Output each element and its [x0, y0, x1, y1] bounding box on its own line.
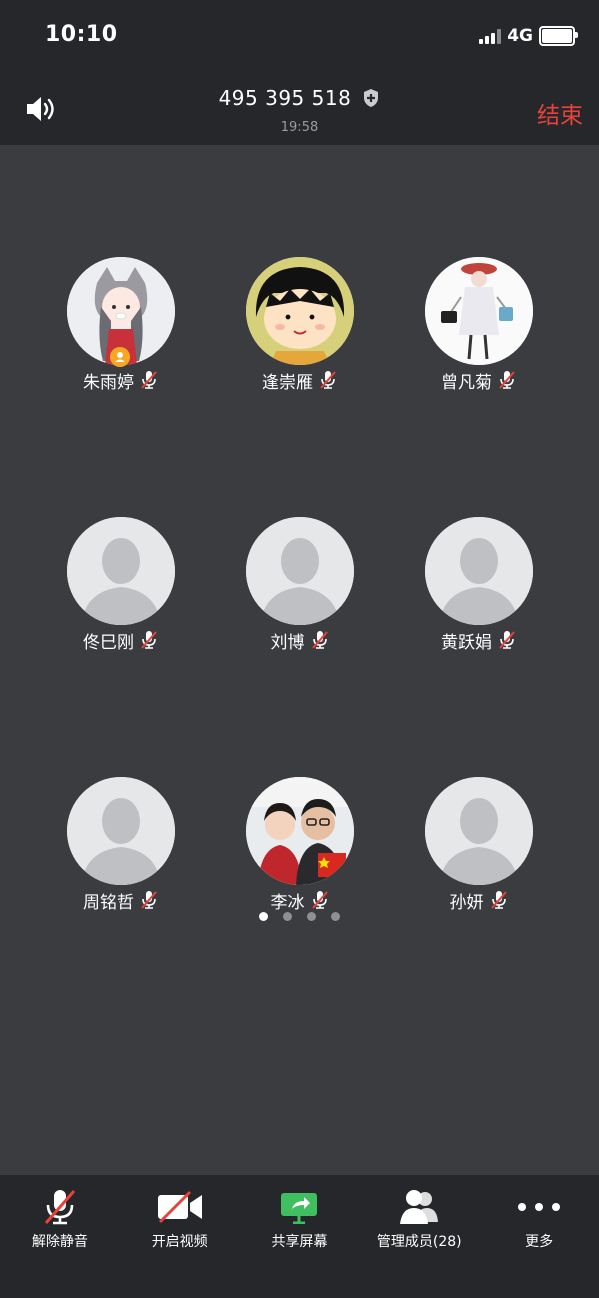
participant-name-row: 逢崇雁	[210, 367, 389, 393]
meeting-id: 495 395 518	[218, 86, 352, 110]
avatar	[246, 257, 354, 365]
manage-members-button[interactable]: 管理成员(28)	[359, 1175, 479, 1298]
page-dot[interactable]	[259, 912, 268, 921]
shield-icon	[364, 89, 379, 107]
unmute-label: 解除静音	[31, 1234, 88, 1250]
participant-name-row: 朱雨婷	[31, 367, 210, 393]
avatar	[425, 257, 533, 365]
mic-muted-icon	[311, 631, 328, 649]
top-bar: 10:10 4G 495 395 518 19:58 结束	[0, 0, 599, 145]
page-dot[interactable]	[331, 912, 340, 921]
participant-tile[interactable]: 黄跃娟	[389, 517, 568, 667]
avatar	[425, 517, 533, 625]
members-icon	[400, 1190, 439, 1224]
share-screen-button[interactable]: 共享屏幕	[240, 1175, 360, 1298]
participant-name: 周铭哲	[83, 892, 134, 913]
default-avatar-icon	[425, 777, 533, 885]
more-icon	[518, 1203, 561, 1211]
mic-muted-icon	[499, 371, 515, 389]
avatar	[246, 777, 354, 885]
mic-muted-icon	[141, 631, 157, 649]
start-video-button[interactable]: 开启视频	[120, 1175, 240, 1298]
participant-tile[interactable]: 周铭哲	[31, 777, 210, 927]
participant-tile[interactable]: 曾凡菊	[389, 257, 568, 407]
participant-name-row: 佟巳刚	[31, 627, 210, 653]
participant-tile[interactable]: 佟巳刚	[31, 517, 210, 667]
share-screen-label: 共享屏幕	[271, 1234, 328, 1250]
host-icon	[110, 347, 130, 367]
status-time: 10:10	[45, 22, 118, 47]
signal-icon	[479, 28, 502, 44]
unmute-button[interactable]: 解除静音	[0, 1175, 120, 1298]
participant-name-row: 孙妍	[389, 887, 568, 913]
participant-tile[interactable]: 李冰	[210, 777, 389, 927]
participant-name-row: 李冰	[210, 887, 389, 913]
network-type: 4G	[507, 26, 533, 46]
end-meeting-button[interactable]: 结束	[537, 96, 583, 130]
avatar	[246, 517, 354, 625]
meeting-info[interactable]: 495 395 518	[0, 86, 599, 110]
participant-name: 刘博	[270, 632, 305, 653]
default-avatar-icon	[67, 777, 175, 885]
default-avatar-icon	[246, 517, 354, 625]
page-indicator[interactable]	[0, 912, 599, 921]
mic-muted-icon	[320, 371, 336, 389]
mic-muted-icon	[44, 1190, 76, 1225]
page-dot[interactable]	[283, 912, 292, 921]
avatar	[67, 777, 175, 885]
participant-tile[interactable]: 刘博	[210, 517, 389, 667]
participant-tile[interactable]: 朱雨婷	[31, 257, 210, 407]
more-label: 更多	[525, 1234, 554, 1250]
default-avatar-icon	[425, 517, 533, 625]
mic-muted-icon	[490, 891, 507, 909]
mic-muted-icon	[141, 371, 157, 389]
start-video-label: 开启视频	[151, 1234, 208, 1250]
participant-name: 朱雨婷	[83, 372, 134, 393]
participant-name: 曾凡菊	[441, 372, 492, 393]
page-dot[interactable]	[307, 912, 316, 921]
participant-name-row: 曾凡菊	[389, 367, 568, 393]
participant-name: 逢崇雁	[262, 372, 313, 393]
participant-name: 孙妍	[449, 892, 484, 913]
mic-muted-icon	[141, 891, 157, 909]
participant-tile[interactable]: 逢崇雁	[210, 257, 389, 407]
participant-name: 佟巳刚	[83, 632, 134, 653]
participant-name: 李冰	[270, 892, 305, 913]
bottom-toolbar: 解除静音 开启视频 共享屏幕 管理成员(28) 更多	[0, 1175, 599, 1298]
manage-members-label: 管理成员(28)	[376, 1234, 462, 1250]
share-screen-icon	[281, 1193, 318, 1224]
participant-name-row: 黄跃娟	[389, 627, 568, 653]
mic-muted-icon	[499, 631, 515, 649]
video-off-icon	[157, 1190, 202, 1224]
default-avatar-icon	[67, 517, 175, 625]
meeting-duration: 19:58	[280, 120, 319, 135]
avatar	[425, 777, 533, 885]
avatar	[67, 517, 175, 625]
participant-name-row: 刘博	[210, 627, 389, 653]
more-button[interactable]: 更多	[479, 1175, 599, 1298]
battery-icon	[539, 26, 578, 46]
mic-muted-icon	[311, 891, 328, 909]
participant-name-row: 周铭哲	[31, 887, 210, 913]
participant-tile[interactable]: 孙妍	[389, 777, 568, 927]
status-indicators: 4G	[479, 26, 578, 46]
participant-name: 黄跃娟	[441, 632, 492, 653]
